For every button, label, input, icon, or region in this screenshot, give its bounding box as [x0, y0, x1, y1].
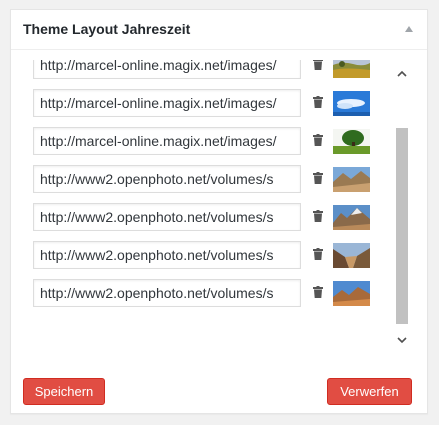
chevron-up-icon[interactable]	[395, 66, 409, 82]
theme-layout-panel: Theme Layout Jahreszeit http://marcel-on…	[10, 9, 428, 414]
trash-icon[interactable]	[313, 248, 323, 260]
scrollbar-thumb[interactable]	[396, 128, 408, 324]
image-uri-input[interactable]	[33, 60, 301, 79]
image-row	[11, 60, 397, 85]
trash-icon[interactable]	[313, 96, 323, 108]
image-uri-list: +	[11, 60, 427, 358]
image-row	[11, 161, 397, 199]
image-rows	[11, 60, 397, 313]
panel-header: Theme Layout Jahreszeit	[11, 10, 427, 50]
thumbnail-rocky-mountains[interactable]	[333, 205, 370, 230]
image-uri-input[interactable]	[33, 89, 301, 117]
image-row	[11, 237, 397, 275]
thumbnail-red-rock-mountains[interactable]	[333, 281, 370, 306]
discard-button[interactable]: Verwerfen	[327, 378, 412, 405]
thumbnail-desert-mountains[interactable]	[333, 167, 370, 192]
trash-icon[interactable]	[313, 134, 323, 146]
image-row	[11, 123, 397, 161]
image-uri-input[interactable]	[33, 203, 301, 231]
image-row	[11, 275, 397, 313]
trash-icon[interactable]	[313, 172, 323, 184]
thumbnail-blue-sky[interactable]	[333, 91, 370, 116]
thumbnail-landscape-field[interactable]	[333, 60, 370, 78]
chevron-down-icon[interactable]	[395, 332, 409, 348]
save-button[interactable]: Speichern	[23, 378, 105, 405]
collapse-toggle-icon[interactable]	[405, 26, 413, 32]
image-uri-input[interactable]	[33, 127, 301, 155]
panel-title: Theme Layout Jahreszeit	[23, 21, 191, 37]
list-scrollbar[interactable]	[395, 60, 409, 358]
trash-icon[interactable]	[313, 286, 323, 298]
thumbnail-canyon[interactable]	[333, 243, 370, 268]
image-row	[11, 85, 397, 123]
thumbnail-tree-meadow[interactable]	[333, 129, 370, 154]
image-uri-input[interactable]	[33, 279, 301, 307]
image-uri-input[interactable]	[33, 165, 301, 193]
image-uri-input[interactable]	[33, 241, 301, 269]
trash-icon[interactable]	[313, 60, 323, 70]
trash-icon[interactable]	[313, 210, 323, 222]
image-row	[11, 199, 397, 237]
